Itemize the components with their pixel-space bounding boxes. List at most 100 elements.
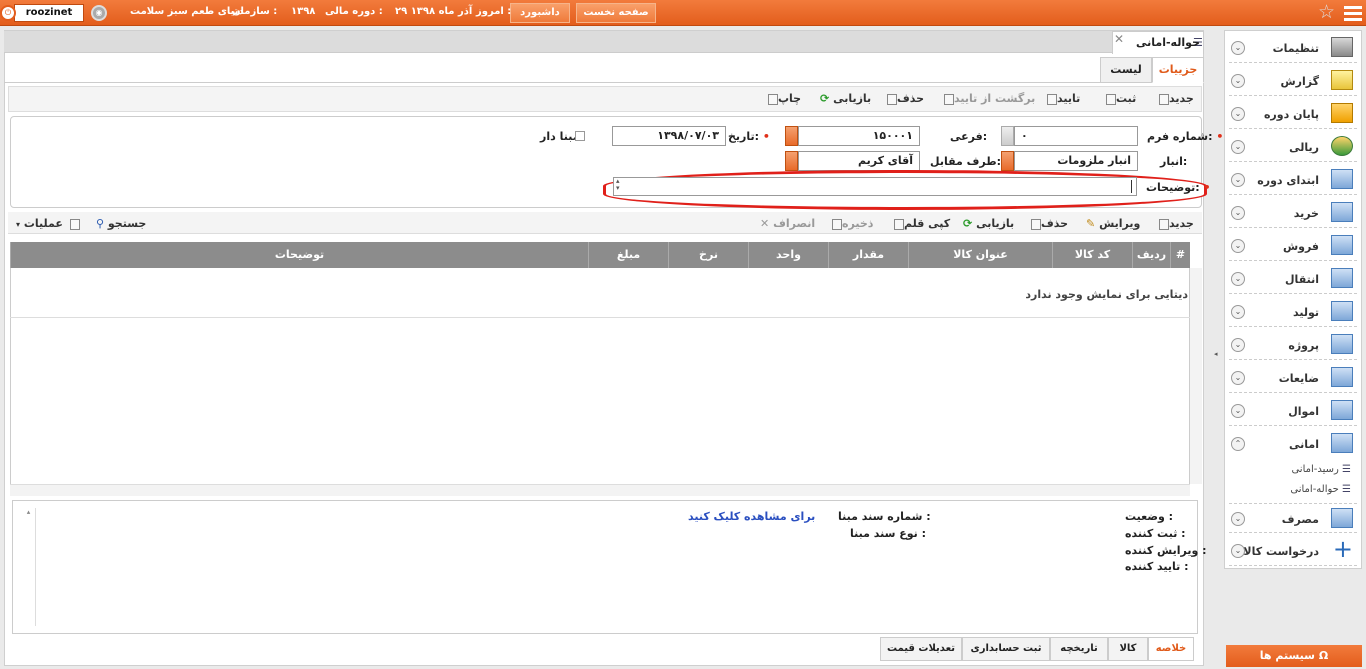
sidebar-item-sales[interactable]: فروش ⌄ [1229,231,1357,261]
grid-col-row[interactable]: ردیف [1132,242,1170,268]
home-button[interactable]: صفحه نخست [576,3,656,23]
grid-col-amount[interactable]: مبلغ [588,242,668,268]
sidebar-sublabel-remittance: حواله-امانی [1290,484,1339,495]
item-save-button[interactable]: ذخیره [829,217,873,230]
sub-field[interactable]: ۱۵۰۰۰۱ [798,126,920,146]
chevron-down-icon: ⌄ [1231,338,1245,352]
anbar-select[interactable]: انبار ملزومات [1014,151,1138,171]
table-icon [1331,301,1353,321]
grid-col-qty[interactable]: مقدار [828,242,908,268]
tab-divider [4,82,1204,83]
sidebar-subitem-remittance[interactable]: حواله-امانی ☰ [1290,484,1351,495]
chevron-down-icon: ⌄ [1231,173,1245,187]
grid-col-desc[interactable]: توضیحات [10,242,588,268]
grid-col-rate[interactable]: نرخ [668,242,748,268]
sidebar-item-rial[interactable]: ریالی ⌄ [1229,132,1357,162]
new-button[interactable]: جدید [1156,92,1194,105]
sidebar-item-production[interactable]: تولید ⌄ [1229,297,1357,327]
save-record-button[interactable]: ثبت [1103,92,1136,105]
copy-icon [894,218,904,230]
grid-col-unit[interactable]: واحد [748,242,828,268]
date-field[interactable]: ۱۳۹۸/۰۷/۰۳ [612,126,726,146]
sidebar-item-consignment[interactable]: امانی ⌃ [1229,429,1357,459]
item-edit-button[interactable]: ✎ ویرایش [1086,217,1140,230]
sidebar-item-project[interactable]: پروژه ⌄ [1229,330,1357,360]
tab-history[interactable]: تاریخچه [1050,637,1108,661]
sidebar-item-period-start[interactable]: ابتدای دوره ⌄ [1229,165,1357,195]
party-dropdown-icon[interactable] [785,151,798,171]
omega-icon: Ω [1318,649,1329,662]
systems-button[interactable]: سیستم ها Ω [1226,645,1362,667]
item-delete-button[interactable]: حذف [1028,217,1068,230]
sidebar-item-purchase[interactable]: خرید ⌄ [1229,198,1357,228]
sub-spinner[interactable] [785,126,798,146]
delete-label: حذف [897,92,925,105]
tab-price-adjust[interactable]: تعدیلات قیمت [880,637,962,661]
settings-folder-icon [1331,37,1353,57]
grid-vscrollbar[interactable] [1190,268,1202,484]
item-delete-label: حذف [1041,217,1069,230]
party-select[interactable]: آقای کریم [798,151,920,171]
item-save-label: ذخیره [842,217,874,230]
refresh-label: بازیابی [833,92,872,105]
sidebar-item-period-end[interactable]: پایان دوره ⌄ [1229,99,1357,129]
tab-summary[interactable]: خلاصه [1148,637,1194,661]
grid-hscrollbar[interactable] [10,484,1190,496]
chevron-down-icon: ⌄ [1231,272,1245,286]
grid-row-divider [10,317,1190,318]
grid-col-title[interactable]: عنوان کالا [908,242,1052,268]
chevron-down-icon: ⌄ [1231,512,1245,526]
copy-item-label: کپی قلم [904,217,951,230]
sidebar-label-period-end: پایان دوره [1263,108,1319,121]
form-no-spinner[interactable] [1001,126,1014,146]
tab-items[interactable]: کالا [1108,637,1148,661]
item-delete-icon [1031,218,1041,230]
approve-button[interactable]: تایید [1044,92,1080,105]
item-refresh-button[interactable]: ⟳ بازیابی [963,217,1014,230]
summary-scrollbar[interactable]: ▴ [22,508,36,626]
sidebar-item-waste[interactable]: ضایعات ⌄ [1229,363,1357,393]
username-box[interactable]: roozinet [14,4,84,22]
delete-button[interactable]: حذف [884,92,924,105]
item-new-button[interactable]: جدید [1156,217,1194,230]
splitter-arrow-icon[interactable]: ◂ [1214,350,1220,358]
tab-list[interactable]: لیست [1100,57,1152,83]
view-source-link[interactable]: برای مشاهده کلیک کنید [688,510,815,523]
description-scroll-icon[interactable]: ▴ ▾ [616,178,620,192]
sidebar-item-assets[interactable]: اموال ⌄ [1229,396,1357,426]
sidebar-item-settings[interactable]: تنظیمات ⌄ [1229,33,1357,63]
sidebar-item-goods-request[interactable]: + درخواست کالا ⌄ [1229,536,1357,566]
tab-details[interactable]: جزییات [1152,57,1204,83]
form-no-field[interactable]: ۰ [1014,126,1138,146]
tab-accounting[interactable]: ثبت حسابداری [962,637,1050,661]
grid-col-code[interactable]: کد کالا [1052,242,1132,268]
chevron-down-icon: ⌄ [1231,371,1245,385]
grid-col-hash[interactable]: # [1170,242,1190,268]
item-edit-label: ویرایش [1099,217,1141,230]
copy-item-button[interactable]: کپی قلم [891,217,950,230]
print-button[interactable]: چاپ [765,92,801,105]
sidebar-label-settings: تنظیمات [1272,42,1319,55]
close-tab-icon[interactable]: ✕ [1114,32,1124,46]
settings-circle-icon[interactable]: ◉ [91,5,107,21]
unapprove-button[interactable]: برگشت از تایید [941,92,1035,105]
search-button[interactable]: ⚲ جستجو [96,217,146,230]
sidebar-sublabel-receipt: رسید-امانی [1291,464,1339,475]
dashboard-button[interactable]: داشبورد [510,3,570,23]
list-icon: ☰ [1342,464,1351,475]
refresh-button[interactable]: ⟳ بازیابی [820,92,871,105]
hamburger-menu-icon[interactable] [1344,4,1362,22]
operations-menu[interactable]: ▾ عملیات [16,217,80,230]
sidebar-item-transfer[interactable]: انتقال ⌄ [1229,264,1357,294]
description-label-text: توضیحات: [1146,181,1200,194]
mabna-checkbox[interactable] [575,131,585,141]
sidebar-subitem-receipt[interactable]: رسید-امانی ☰ [1291,464,1351,475]
sidebar-item-report[interactable]: گزارش ⌄ [1229,66,1357,96]
favorite-star-icon[interactable]: ☆ [1318,2,1335,22]
sidebar-item-consumption[interactable]: مصرف ⌄ [1229,503,1357,533]
description-input[interactable] [613,177,1137,196]
item-cancel-button[interactable]: ✕ انصراف [760,217,815,230]
item-cancel-label: انصراف [773,217,816,230]
anbar-dropdown-icon[interactable] [1001,151,1014,171]
power-icon[interactable]: ⏻ [0,5,16,21]
